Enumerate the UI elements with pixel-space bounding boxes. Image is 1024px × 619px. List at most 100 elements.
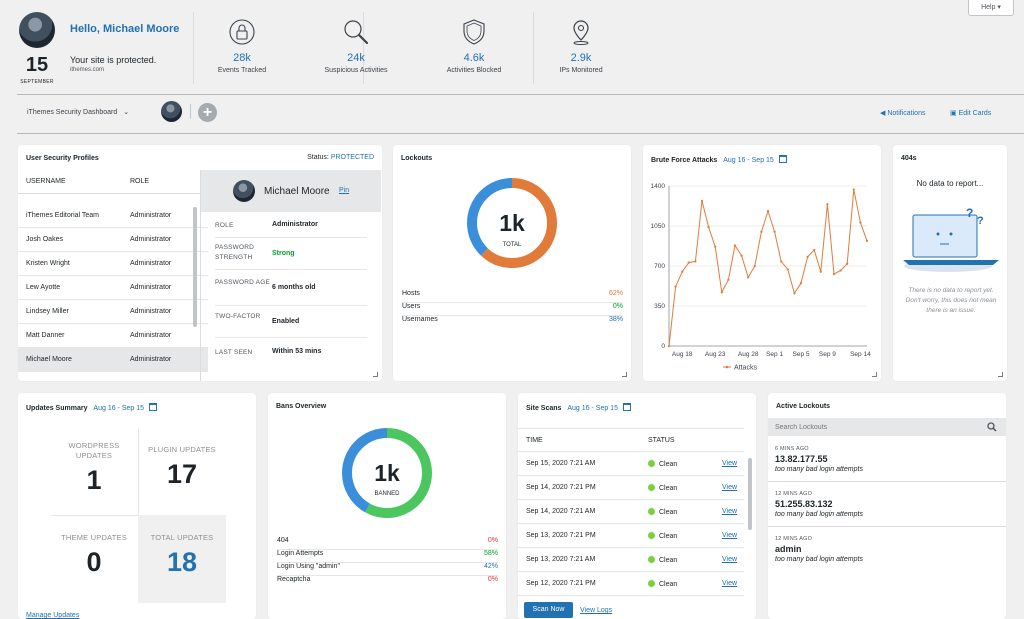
scan-time: Sep 14, 2020 7:21 AM	[526, 508, 596, 515]
resize-handle[interactable]	[622, 372, 627, 377]
view-link[interactable]: View	[722, 580, 737, 587]
table-row[interactable]: Matt Danner Administrator	[18, 324, 208, 348]
lockout-time: 12 MINS AGO	[775, 536, 813, 542]
update-caption: WORDPRESS UPDATES	[68, 441, 120, 460]
pin-link[interactable]: Pin	[339, 187, 349, 194]
detail-row-password-strength: PASSWORD STRENGTH Strong	[215, 238, 367, 270]
table-row[interactable]: Josh Oakes Administrator	[18, 228, 208, 252]
lockout-time: 6 MINS AGO	[775, 446, 809, 452]
role: Administrator	[130, 356, 172, 363]
table-row[interactable]: iThemes Editorial Team Administrator	[18, 204, 208, 228]
theme-updates: THEME UPDATES 0	[51, 533, 137, 578]
dashboard-select-label: iThemes Security Dashboard	[27, 109, 118, 116]
edit-icon: ▣	[950, 110, 957, 117]
username: Lindsey Miller	[26, 308, 69, 315]
user-avatar[interactable]	[19, 12, 55, 48]
add-dashboard-button[interactable]: +	[198, 103, 217, 122]
scrollbar[interactable]	[748, 458, 752, 530]
data-point	[733, 244, 737, 247]
view-link[interactable]: View	[722, 508, 737, 515]
table-row[interactable]: Lindsey Miller Administrator	[18, 300, 208, 324]
stat-label: IPs Monitored	[559, 67, 603, 74]
brute-force-card: Brute Force Attacks Aug 16 - Sep 15 0 350…	[643, 145, 881, 381]
lockout-item[interactable]: 6 MINS AGO 13.82.177.55 too many bad log…	[775, 446, 999, 473]
update-count: 0	[86, 547, 102, 577]
detail-value: 6 months old	[272, 284, 316, 291]
metric-value: 62%	[608, 290, 623, 297]
edit-cards-link[interactable]: ▣ Edit Cards	[950, 109, 991, 117]
card-title: 404s	[901, 155, 917, 162]
dashboard-owner-avatar[interactable]	[161, 101, 182, 122]
wordpress-updates: WORDPRESS UPDATES 1	[51, 441, 137, 496]
notifications-link[interactable]: ◀ Notifications	[880, 109, 925, 117]
date-range[interactable]: Aug 16 - Sep 15	[93, 405, 144, 412]
search-input[interactable]	[768, 418, 983, 436]
status-dot-icon	[648, 508, 655, 515]
bans-overview-card: Bans Overview 1k BANNED 404 0% Login Atte…	[268, 393, 506, 619]
metric-label: Login Attempts	[277, 550, 324, 557]
table-row[interactable]: Kristen Wright Administrator	[18, 252, 208, 276]
help-button[interactable]: Help ▾	[968, 0, 1014, 16]
table-row[interactable]: Lew Ayotte Administrator	[18, 276, 208, 300]
donut-total-label: BANNED	[374, 491, 400, 497]
detail-value: Administrator	[272, 221, 318, 228]
total-updates: TOTAL UPDATES 18	[139, 533, 225, 578]
data-point	[687, 261, 690, 264]
detail-key: TWO-FACTOR	[215, 313, 261, 320]
view-logs-link[interactable]: View Logs	[580, 607, 612, 614]
scan-now-button[interactable]: Scan Now	[524, 602, 573, 618]
scrollbar[interactable]	[193, 207, 197, 327]
search-icon[interactable]	[987, 422, 997, 432]
divider	[190, 104, 191, 119]
lockout-reason: too many bad login attempts	[775, 556, 863, 563]
stat-value: 4.6k	[463, 52, 485, 64]
status-dot-icon	[648, 556, 655, 563]
detail-key: PASSWORD AGE	[215, 279, 271, 286]
date-range[interactable]: Aug 16 - Sep 15	[567, 405, 618, 412]
svg-text:?: ?	[966, 206, 973, 220]
lockout-item[interactable]: 12 MINS AGO admin too many bad login att…	[775, 536, 999, 563]
stat-value: 24k	[347, 52, 365, 64]
x-tick-label: Aug 28	[738, 351, 759, 358]
resize-handle[interactable]	[872, 372, 877, 377]
scan-status: Clean	[648, 580, 677, 588]
empty-state-title: No data to report...	[916, 179, 984, 188]
site-scans-card: Site Scans Aug 16 - Sep 15 TIME STATUS S…	[518, 393, 756, 619]
role: Administrator	[130, 212, 172, 219]
username: Michael Moore	[26, 356, 72, 363]
data-point	[700, 199, 704, 202]
data-point	[773, 230, 776, 233]
view-link[interactable]: View	[722, 484, 737, 491]
view-link[interactable]: View	[722, 532, 737, 539]
user-detail-name: Michael Moore	[264, 186, 330, 197]
laptop-illustration: ? ?	[903, 206, 999, 272]
detail-value: Within 53 mins	[272, 348, 322, 355]
scan-time: Sep 13, 2020 7:21 PM	[526, 532, 596, 539]
resize-handle[interactable]	[998, 372, 1003, 377]
calendar-icon[interactable]	[622, 403, 631, 411]
resize-handle[interactable]	[373, 372, 378, 377]
dashboard-select[interactable]: iThemes Security Dashboard ⌄	[27, 108, 129, 116]
scan-time: Sep 12, 2020 7:21 PM	[526, 580, 596, 587]
ban-metric-row: 404 0%	[277, 537, 498, 550]
view-link[interactable]: View	[722, 460, 737, 467]
calendar-icon[interactable]	[148, 403, 157, 411]
donut-total-label: TOTAL	[503, 242, 522, 248]
x-tick-label: Sep 1	[766, 351, 783, 358]
lockout-item[interactable]: 12 MINS AGO 51.255.83.132 too many bad l…	[775, 491, 999, 518]
scan-row: Sep 13, 2020 7:21 AM Clean View	[518, 548, 744, 572]
user-detail-panel: Michael Moore Pin ROLE Administrator PAS…	[200, 170, 381, 381]
brute-force-line-chart: 0 350 700 1050 1400 Aug 18 Aug 23 Aug 28 Sep 1 Se…	[651, 183, 872, 372]
view-link[interactable]: View	[722, 556, 737, 563]
data-point	[780, 260, 783, 263]
table-header: USERNAME ROLE	[18, 170, 208, 194]
stat-value: 28k	[233, 52, 251, 64]
column-username: USERNAME	[26, 178, 66, 185]
status-dot-icon	[648, 460, 655, 467]
manage-updates-link[interactable]: Manage Updates	[26, 612, 79, 619]
scan-row: Sep 15, 2020 7:21 AM Clean View	[518, 452, 744, 476]
stat-events-tracked: 28k Events Tracked	[182, 18, 302, 74]
update-count: 18	[166, 547, 198, 577]
table-row-selected[interactable]: Michael Moore Administrator	[18, 348, 208, 372]
status-text: Clean	[659, 461, 678, 468]
